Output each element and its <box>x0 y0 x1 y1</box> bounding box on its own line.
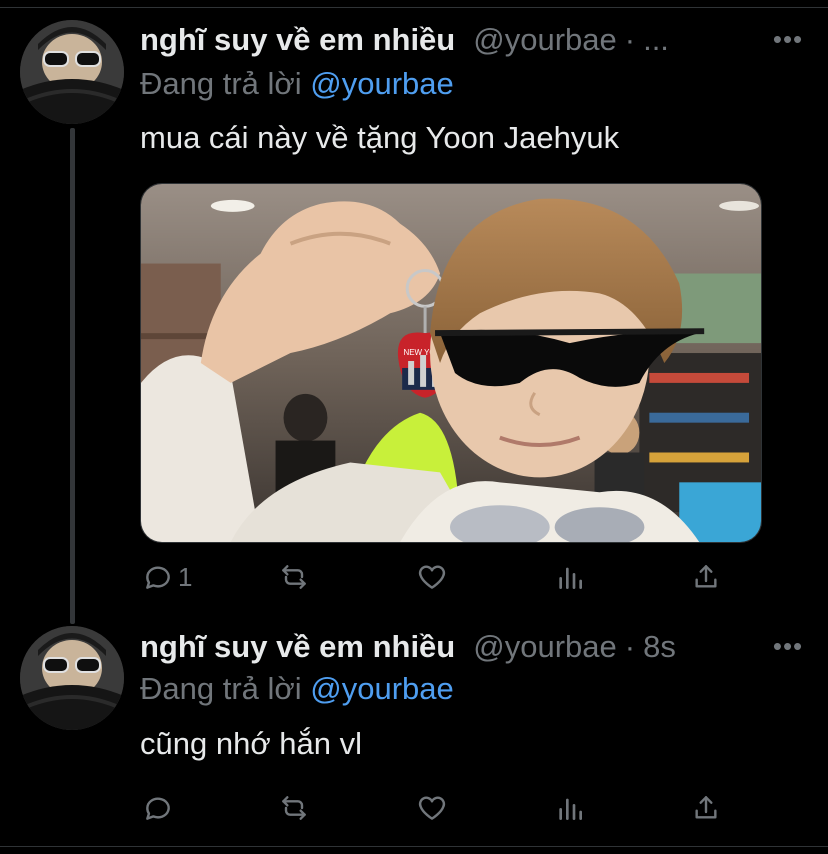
author-handle[interactable]: @yourbae <box>473 629 617 665</box>
tweet-actions <box>142 788 742 828</box>
replying-to-label: Đang trả lời <box>140 671 302 706</box>
reply-button[interactable] <box>142 788 178 828</box>
reply-count: 1 <box>178 561 193 592</box>
replying-to-mention[interactable]: @yourbae <box>310 66 454 101</box>
tweet-text: cũng nhớ hắn vl <box>140 726 362 761</box>
author-avatar[interactable] <box>20 626 124 730</box>
reply-icon <box>142 792 174 824</box>
author-display-name[interactable]: nghĩ suy về em nhiều <box>140 22 455 58</box>
tweet-media-photo[interactable]: NEW YORK <box>140 183 762 543</box>
like-button[interactable] <box>416 557 448 597</box>
retweet-button[interactable] <box>278 788 310 828</box>
header-separator: · <box>624 22 636 57</box>
replying-to: Đang trả lời @yourbae <box>140 671 454 709</box>
more-icon[interactable]: ••• <box>768 631 808 661</box>
tweet-header: nghĩ suy về em nhiều @yourbae · ... ••• <box>140 20 808 60</box>
avatar-image <box>20 626 124 730</box>
retweet-icon <box>278 561 310 593</box>
tweet-1[interactable]: nghĩ suy về em nhiều @yourbae · ... ••• … <box>0 0 828 612</box>
share-icon <box>690 561 722 593</box>
photo-image: NEW YORK <box>141 184 761 542</box>
retweet-icon <box>278 792 310 824</box>
like-icon <box>416 561 448 593</box>
bottom-divider <box>0 846 828 847</box>
replying-to: Đang trả lời @yourbae <box>140 66 454 104</box>
share-button[interactable] <box>690 788 722 828</box>
share-icon <box>690 792 722 824</box>
tweet-timestamp[interactable]: 8s <box>643 629 676 665</box>
views-button[interactable] <box>554 557 586 597</box>
tweet-actions: 1 <box>142 557 742 597</box>
like-button[interactable] <box>416 788 448 828</box>
replying-to-label: Đang trả lời <box>140 66 302 101</box>
author-avatar[interactable] <box>20 20 124 124</box>
avatar-image <box>20 20 124 124</box>
replying-to-mention[interactable]: @yourbae <box>310 671 454 706</box>
share-button[interactable] <box>690 557 722 597</box>
more-icon[interactable]: ••• <box>768 24 808 54</box>
reply-icon <box>142 561 174 593</box>
views-button[interactable] <box>554 788 586 828</box>
tweet-timestamp[interactable]: ... <box>643 22 669 58</box>
views-icon <box>554 561 586 593</box>
retweet-button[interactable] <box>278 557 310 597</box>
author-display-name[interactable]: nghĩ suy về em nhiều <box>140 629 455 665</box>
reply-button[interactable]: 1 <box>142 557 192 597</box>
views-icon <box>554 792 586 824</box>
tweet-header: nghĩ suy về em nhiều @yourbae · 8s ••• <box>140 627 808 667</box>
header-separator: · <box>624 629 636 664</box>
author-handle[interactable]: @yourbae <box>473 22 617 58</box>
like-icon <box>416 792 448 824</box>
tweet-text: mua cái này về tặng Yoon Jaehyuk <box>140 120 620 155</box>
